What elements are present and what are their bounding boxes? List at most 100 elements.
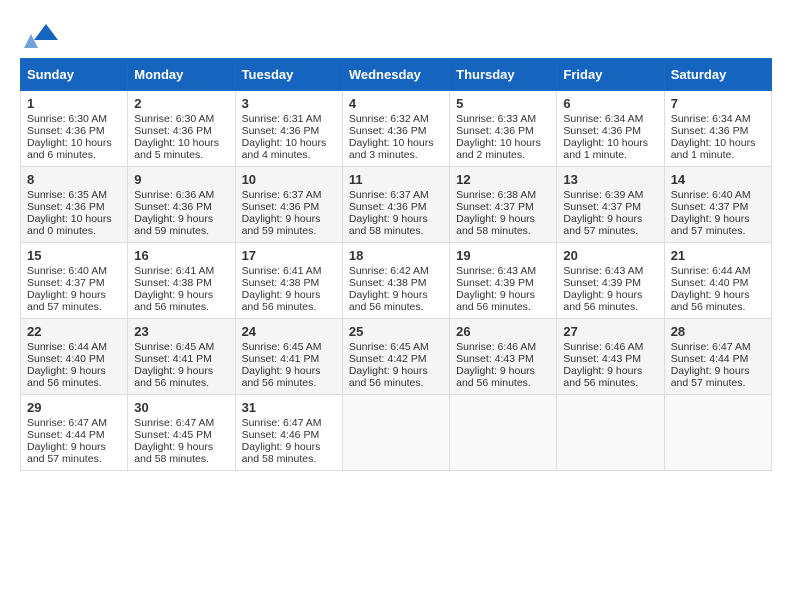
daylight-text: Daylight: 10 hours and 1 minute. — [563, 137, 648, 161]
calendar-cell: 4Sunrise: 6:32 AMSunset: 4:36 PMDaylight… — [342, 91, 449, 167]
day-number: 22 — [27, 324, 121, 339]
calendar-cell: 17Sunrise: 6:41 AMSunset: 4:38 PMDayligh… — [235, 243, 342, 319]
sunrise-text: Sunrise: 6:46 AM — [563, 341, 643, 353]
daylight-text: Daylight: 9 hours and 56 minutes. — [671, 289, 750, 313]
sunset-text: Sunset: 4:44 PM — [671, 353, 749, 365]
sunrise-text: Sunrise: 6:45 AM — [134, 341, 214, 353]
daylight-text: Daylight: 9 hours and 56 minutes. — [563, 365, 642, 389]
sunrise-text: Sunrise: 6:45 AM — [242, 341, 322, 353]
sunrise-text: Sunrise: 6:44 AM — [27, 341, 107, 353]
day-number: 28 — [671, 324, 765, 339]
sunset-text: Sunset: 4:36 PM — [563, 125, 641, 137]
daylight-text: Daylight: 9 hours and 57 minutes. — [563, 213, 642, 237]
day-number: 21 — [671, 248, 765, 263]
daylight-text: Daylight: 10 hours and 2 minutes. — [456, 137, 541, 161]
daylight-text: Daylight: 9 hours and 57 minutes. — [671, 365, 750, 389]
day-number: 14 — [671, 172, 765, 187]
sunset-text: Sunset: 4:38 PM — [134, 277, 212, 289]
calendar-cell: 15Sunrise: 6:40 AMSunset: 4:37 PMDayligh… — [21, 243, 128, 319]
day-number: 26 — [456, 324, 550, 339]
calendar-cell: 1Sunrise: 6:30 AMSunset: 4:36 PMDaylight… — [21, 91, 128, 167]
sunrise-text: Sunrise: 6:46 AM — [456, 341, 536, 353]
calendar-cell: 23Sunrise: 6:45 AMSunset: 4:41 PMDayligh… — [128, 319, 235, 395]
daylight-text: Daylight: 10 hours and 5 minutes. — [134, 137, 219, 161]
calendar-week-row: 15Sunrise: 6:40 AMSunset: 4:37 PMDayligh… — [21, 243, 772, 319]
day-number: 7 — [671, 96, 765, 111]
sunset-text: Sunset: 4:36 PM — [349, 125, 427, 137]
weekday-header: Tuesday — [235, 59, 342, 91]
calendar-week-row: 8Sunrise: 6:35 AMSunset: 4:36 PMDaylight… — [21, 167, 772, 243]
calendar-cell: 9Sunrise: 6:36 AMSunset: 4:36 PMDaylight… — [128, 167, 235, 243]
daylight-text: Daylight: 10 hours and 4 minutes. — [242, 137, 327, 161]
sunrise-text: Sunrise: 6:47 AM — [671, 341, 751, 353]
sunrise-text: Sunrise: 6:42 AM — [349, 265, 429, 277]
calendar-cell: 21Sunrise: 6:44 AMSunset: 4:40 PMDayligh… — [664, 243, 771, 319]
day-number: 29 — [27, 400, 121, 415]
sunset-text: Sunset: 4:37 PM — [671, 201, 749, 213]
sunrise-text: Sunrise: 6:36 AM — [134, 189, 214, 201]
sunset-text: Sunset: 4:39 PM — [563, 277, 641, 289]
sunrise-text: Sunrise: 6:39 AM — [563, 189, 643, 201]
daylight-text: Daylight: 9 hours and 57 minutes. — [671, 213, 750, 237]
daylight-text: Daylight: 9 hours and 56 minutes. — [242, 365, 321, 389]
calendar-header-row: SundayMondayTuesdayWednesdayThursdayFrid… — [21, 59, 772, 91]
calendar-table: SundayMondayTuesdayWednesdayThursdayFrid… — [20, 58, 772, 471]
daylight-text: Daylight: 9 hours and 59 minutes. — [242, 213, 321, 237]
sunrise-text: Sunrise: 6:30 AM — [27, 113, 107, 125]
calendar-cell: 7Sunrise: 6:34 AMSunset: 4:36 PMDaylight… — [664, 91, 771, 167]
calendar-cell — [664, 395, 771, 471]
calendar-cell: 31Sunrise: 6:47 AMSunset: 4:46 PMDayligh… — [235, 395, 342, 471]
sunrise-text: Sunrise: 6:34 AM — [671, 113, 751, 125]
day-number: 13 — [563, 172, 657, 187]
logo-icon — [24, 20, 60, 48]
sunrise-text: Sunrise: 6:37 AM — [242, 189, 322, 201]
calendar-cell: 20Sunrise: 6:43 AMSunset: 4:39 PMDayligh… — [557, 243, 664, 319]
calendar-cell: 30Sunrise: 6:47 AMSunset: 4:45 PMDayligh… — [128, 395, 235, 471]
sunrise-text: Sunrise: 6:38 AM — [456, 189, 536, 201]
page-header — [20, 20, 772, 48]
daylight-text: Daylight: 9 hours and 56 minutes. — [456, 365, 535, 389]
day-number: 24 — [242, 324, 336, 339]
sunset-text: Sunset: 4:44 PM — [27, 429, 105, 441]
day-number: 16 — [134, 248, 228, 263]
calendar-cell: 27Sunrise: 6:46 AMSunset: 4:43 PMDayligh… — [557, 319, 664, 395]
sunset-text: Sunset: 4:40 PM — [27, 353, 105, 365]
calendar-cell: 29Sunrise: 6:47 AMSunset: 4:44 PMDayligh… — [21, 395, 128, 471]
calendar-week-row: 1Sunrise: 6:30 AMSunset: 4:36 PMDaylight… — [21, 91, 772, 167]
day-number: 2 — [134, 96, 228, 111]
calendar-cell — [450, 395, 557, 471]
day-number: 18 — [349, 248, 443, 263]
calendar-cell: 16Sunrise: 6:41 AMSunset: 4:38 PMDayligh… — [128, 243, 235, 319]
day-number: 31 — [242, 400, 336, 415]
sunset-text: Sunset: 4:36 PM — [242, 201, 320, 213]
weekday-header: Sunday — [21, 59, 128, 91]
daylight-text: Daylight: 9 hours and 58 minutes. — [134, 441, 213, 465]
day-number: 15 — [27, 248, 121, 263]
day-number: 10 — [242, 172, 336, 187]
day-number: 25 — [349, 324, 443, 339]
day-number: 30 — [134, 400, 228, 415]
calendar-cell: 10 Sunrise: 6:37 AMSunset: 4:36 PMDayligh… — [235, 167, 342, 243]
sunrise-text: Sunrise: 6:32 AM — [349, 113, 429, 125]
calendar-cell: 6Sunrise: 6:34 AMSunset: 4:36 PMDaylight… — [557, 91, 664, 167]
calendar-cell: 3Sunrise: 6:31 AMSunset: 4:36 PMDaylight… — [235, 91, 342, 167]
day-number: 23 — [134, 324, 228, 339]
calendar-cell: 8Sunrise: 6:35 AMSunset: 4:36 PMDaylight… — [21, 167, 128, 243]
calendar-cell: 5Sunrise: 6:33 AMSunset: 4:36 PMDaylight… — [450, 91, 557, 167]
sunset-text: Sunset: 4:36 PM — [27, 125, 105, 137]
calendar-cell: 19Sunrise: 6:43 AMSunset: 4:39 PMDayligh… — [450, 243, 557, 319]
weekday-header: Friday — [557, 59, 664, 91]
sunrise-text: Sunrise: 6:41 AM — [134, 265, 214, 277]
sunset-text: Sunset: 4:36 PM — [134, 125, 212, 137]
calendar-cell: 12Sunrise: 6:38 AMSunset: 4:37 PMDayligh… — [450, 167, 557, 243]
sunrise-text: Sunrise: 6:44 AM — [671, 265, 751, 277]
calendar-week-row: 22 Sunrise: 6:44 AMSunset: 4:40 PM Dayligh… — [21, 319, 772, 395]
calendar-cell: 25Sunrise: 6:45 AMSunset: 4:42 PMDayligh… — [342, 319, 449, 395]
daylight-text: Daylight: 9 hours and 56 minutes. — [456, 289, 535, 313]
calendar-cell — [557, 395, 664, 471]
sunset-text: Sunset: 4:41 PM — [242, 353, 320, 365]
sunrise-text: Sunrise: 6:31 AM — [242, 113, 322, 125]
sunrise-text: Sunrise: 6:34 AM — [563, 113, 643, 125]
calendar-cell: 18Sunrise: 6:42 AMSunset: 4:38 PMDayligh… — [342, 243, 449, 319]
sunset-text: Sunset: 4:43 PM — [563, 353, 641, 365]
